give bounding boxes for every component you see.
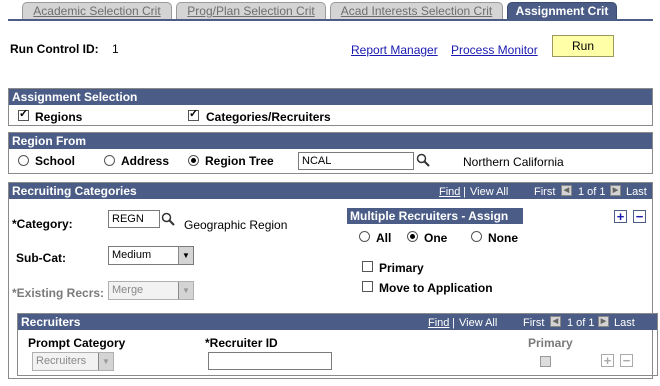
recruiters-first-label: First — [523, 317, 545, 329]
search-icon[interactable] — [416, 153, 430, 167]
move-to-application-label: Move to Application — [379, 281, 493, 295]
recruiters-previous-icon[interactable]: ◀ — [550, 316, 561, 327]
recruiters-header: Recruiters Find | View All First ◀ 1 of … — [18, 314, 657, 330]
category-description: Geographic Region — [184, 218, 288, 232]
one-radio[interactable] — [407, 231, 418, 242]
primary-label: Primary — [379, 261, 424, 275]
assignment-selection-section: Assignment Selection Regions Categories/… — [8, 88, 653, 126]
recruiters-next-icon[interactable]: ▶ — [598, 316, 609, 327]
recruiters-find-link[interactable]: Find — [428, 317, 449, 329]
run-button[interactable]: Run — [552, 35, 614, 57]
next-icon[interactable]: ▶ — [610, 185, 621, 196]
delete-row-button[interactable]: − — [633, 210, 646, 223]
first-label: First — [534, 186, 556, 198]
last-label: Last — [626, 186, 647, 198]
add-row-button[interactable]: + — [614, 210, 627, 223]
recruiter-id-input[interactable] — [208, 352, 332, 370]
recruiter-id-label: *Recruiter ID — [205, 336, 278, 350]
prompt-category-select: Recruiters ▼ — [32, 352, 114, 371]
find-link[interactable]: Find — [439, 186, 460, 198]
all-label: All — [376, 231, 392, 245]
recruiters-primary-label: Primary — [528, 336, 573, 350]
tab-academic-selection-crit[interactable]: Academic Selection Crit — [22, 2, 172, 20]
recruiting-categories-section: Recruiting Categories Find | View All Fi… — [8, 182, 658, 379]
none-radio[interactable] — [471, 231, 482, 242]
previous-icon[interactable]: ◀ — [561, 185, 572, 196]
recruiters-row-counter: 1 of 1 — [567, 317, 595, 329]
school-label: School — [35, 154, 76, 168]
recruiters-view-all-link[interactable]: View All — [459, 317, 497, 329]
school-radio[interactable] — [18, 155, 29, 166]
move-to-application-checkbox[interactable] — [362, 281, 373, 292]
category-label: *Category: — [12, 217, 73, 231]
all-radio[interactable] — [359, 231, 370, 242]
recruiting-categories-title: Recruiting Categories — [12, 184, 137, 198]
primary-checkbox[interactable] — [362, 261, 373, 272]
recruiting-categories-header: Recruiting Categories Find | View All Fi… — [9, 183, 652, 199]
recruiters-delete-row-button: − — [620, 354, 633, 367]
one-label: One — [424, 231, 448, 245]
region-from-header: Region From — [9, 133, 652, 149]
report-manager-link[interactable]: Report Manager — [351, 43, 438, 57]
recruiters-add-row-button: + — [601, 354, 614, 367]
recruiters-title: Recruiters — [21, 315, 81, 329]
chevron-down-icon: ▼ — [178, 282, 193, 299]
address-radio[interactable] — [104, 155, 115, 166]
subcat-label: Sub-Cat: — [16, 251, 66, 265]
tab-assignment-crit[interactable]: Assignment Crit — [507, 2, 617, 20]
chevron-down-icon: ▼ — [98, 353, 113, 370]
assignment-selection-header: Assignment Selection — [9, 89, 652, 105]
category-input[interactable]: REGN — [108, 210, 160, 228]
region-tree-input[interactable]: NCAL — [298, 152, 414, 170]
process-monitor-link[interactable]: Process Monitor — [451, 43, 538, 57]
recruiters-last-label: Last — [614, 317, 635, 329]
region-tree-label: Region Tree — [205, 154, 274, 168]
address-label: Address — [121, 154, 170, 168]
category-search-icon[interactable] — [161, 212, 175, 226]
tab-prog-plan-selection-crit[interactable]: Prog/Plan Selection Crit — [176, 2, 326, 20]
recruiters-grid: Recruiters Find | View All First ◀ 1 of … — [17, 313, 658, 376]
prompt-category-value: Recruiters — [36, 355, 87, 367]
regions-label: Regions — [35, 110, 83, 124]
tab-underline — [8, 19, 653, 21]
multiple-recruiters-header: Multiple Recruiters - Assign — [347, 208, 523, 224]
run-control-value: 1 — [112, 42, 119, 56]
prompt-category-label: Prompt Category — [28, 336, 126, 350]
categories-recruiters-label: Categories/Recruiters — [206, 110, 331, 124]
region-from-section: Region From School Address Region Tree N… — [8, 132, 653, 174]
tab-acad-interests-selection-crit[interactable]: Acad Interests Selection Crit — [330, 2, 503, 20]
existing-recrs-label: *Existing Recrs: — [12, 286, 105, 300]
run-control-label: Run Control ID: — [10, 42, 99, 56]
existing-recrs-value: Merge — [112, 284, 144, 296]
recruiters-primary-checkbox — [540, 356, 551, 367]
none-label: None — [488, 231, 518, 245]
region-tree-description: Northern California — [463, 155, 564, 169]
recruiters-nav-separator: | — [452, 317, 455, 329]
subcat-value: Medium — [112, 249, 152, 261]
categories-recruiters-checkbox[interactable] — [188, 107, 199, 121]
chevron-down-icon: ▼ — [178, 247, 193, 264]
row-counter: 1 of 1 — [578, 186, 606, 198]
subcat-select[interactable]: Medium ▼ — [108, 246, 194, 265]
view-all-link[interactable]: View All — [470, 186, 508, 198]
region-tree-radio[interactable] — [188, 155, 199, 166]
nav-separator: | — [463, 186, 466, 198]
regions-checkbox[interactable] — [18, 107, 29, 121]
existing-recrs-select: Merge ▼ — [108, 281, 194, 300]
